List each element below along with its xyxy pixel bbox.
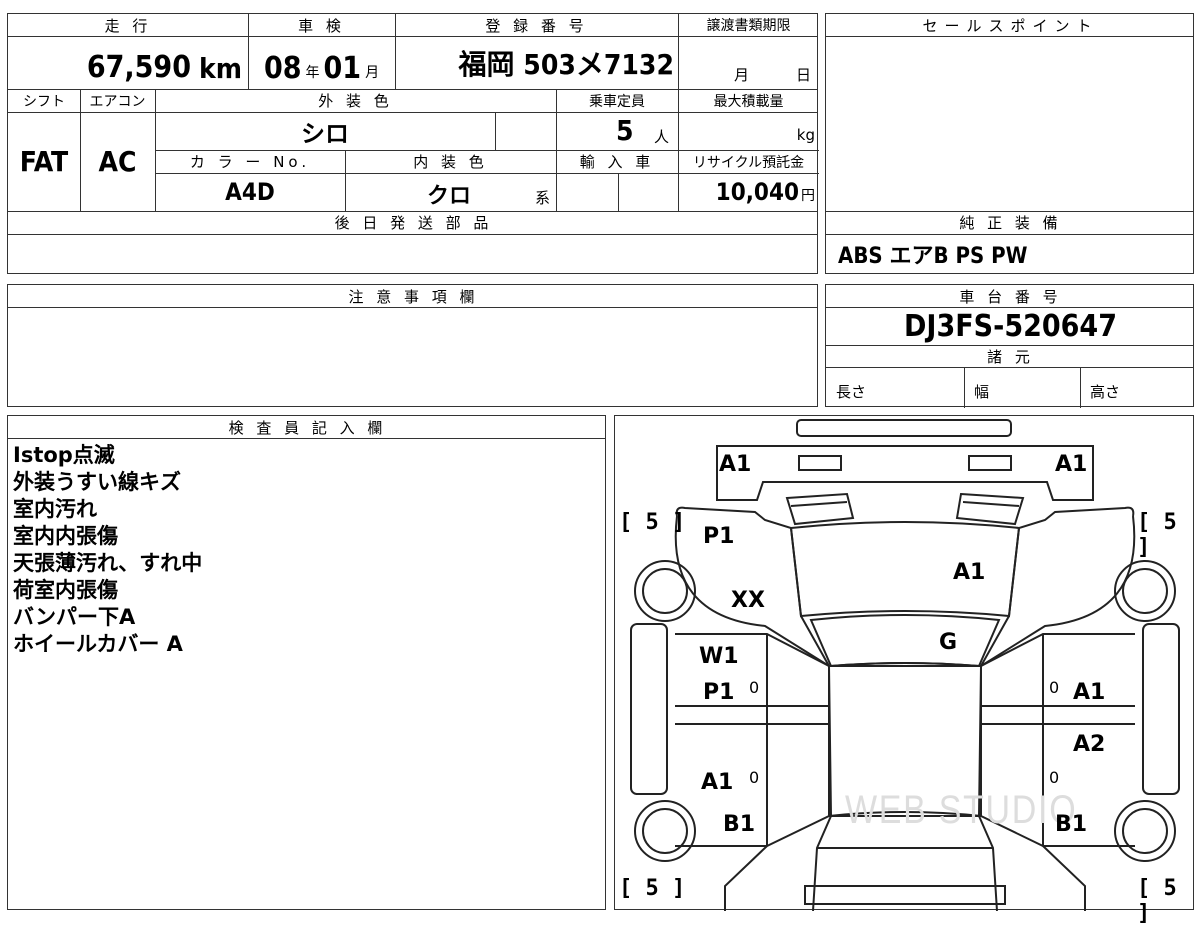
inspector-notes-list: Istop点滅 外装うすい線キズ 室内汚れ 室内内張傷 天張薄汚れ、すれ中 荷室… [13,442,202,658]
import-label: 輸 入 車 [579,153,655,171]
inspector-note: 荷室内張傷 [13,578,118,602]
later-parts-label: 後 日 発 送 部 品 [334,214,493,232]
zero-mark: 0 [749,678,760,697]
sales-point-box: セールスポイント 純 正 装 備 ABS エアB PS PW [825,13,1194,274]
damage-rear-left: B1 [723,812,756,837]
inspector-note: 天張薄汚れ、すれ中 [13,551,203,575]
inspector-note: 室内内張傷 [13,524,118,548]
inspector-notes-box: 検 査 員 記 入 欄 Istop点滅 外装うすい線キズ 室内汚れ 室内内張傷 … [7,415,606,910]
inspector-note: 外装うすい線キズ [13,470,181,494]
shift-label: シフト [23,93,65,110]
capacity-value: 5 人 [616,114,670,147]
inspector-note: 室内汚れ [13,497,97,521]
damage-door-rl: A1 [701,770,734,795]
damage-left-xx: XX [731,588,765,613]
registration-label: 登 録 番 号 [485,16,588,35]
exterior-color-label: 外 装 色 [318,92,393,110]
tire-rr: [ 5 ] [1137,876,1177,926]
recycle-value: 10,040 円 [715,178,815,206]
notes-label: 注 意 事 項 欄 [348,287,479,306]
chassis-number: DJ3FS-520647 [904,308,1117,344]
notes-box: 注 意 事 項 欄 [7,284,818,407]
transfer-deadline-value: 月 日 [734,66,812,84]
damage-door-fl-top: W1 [699,644,739,669]
damage-door-fr: A1 [1073,680,1106,705]
damage-rear-right: B1 [1055,812,1088,837]
damage-front-right: A1 [1055,452,1088,477]
standard-equipment-value: ABS エアB PS PW [838,244,1028,269]
interior-color-value: クロ 系 [427,184,550,209]
ac-label: エアコン [89,93,146,110]
zero-mark: 0 [1049,768,1060,787]
mileage-value: 67,590 km [86,50,242,85]
damage-front-left: A1 [719,452,752,477]
mileage-label: 走 行 [104,16,152,35]
spec-width-label: 幅 [974,383,990,401]
spec-height-label: 高さ [1090,383,1121,401]
exterior-color-value: シロ [301,119,349,148]
inspector-note: Istop点滅 [13,443,115,467]
chassis-label: 車 台 番 号 [959,287,1062,306]
damage-door-rr: A2 [1073,732,1106,757]
inspection-value: 08 年 01 月 [263,51,380,86]
sales-point-label: セールスポイント [922,16,1099,35]
chassis-box: 車 台 番 号 DJ3FS-520647 諸 元 長さ 幅 高さ [825,284,1194,408]
transfer-deadline-label: 譲渡書類期限 [706,18,791,34]
ac-value: AC [98,145,137,178]
inspector-notes-label: 検 査 員 記 入 欄 [228,418,387,437]
shift-value: FAT [19,145,69,178]
vehicle-info-table: 走 行 車 検 登 録 番 号 譲渡書類期限 67,590 km 08 年 01… [7,13,819,274]
interior-color-label: 内 装 色 [413,153,488,171]
zero-mark: 0 [749,768,760,787]
damage-windshield: G [939,630,958,655]
watermark: WEB STUDIO [845,788,1078,832]
specs-label: 諸 元 [987,347,1034,366]
car-diagram-box: WEB STUDIO A1 A1 P1 A1 XX G W1 P1 A1 A2 … [614,415,1194,926]
max-load-label: 最大積載量 [713,93,784,110]
damage-door-fl: P1 [703,680,735,705]
inspector-note: ホイールカバー A [13,632,183,656]
tire-fl: [ 5 ] [619,510,686,535]
inspector-note: バンパー下A [13,605,136,629]
color-no-value: A4D [225,178,275,206]
tire-fr: [ 5 ] [1137,510,1177,560]
color-no-label: カ ラ ー No. [189,153,311,171]
standard-equipment-label: 純 正 装 備 [959,214,1062,232]
capacity-label: 乗車定員 [589,93,645,110]
damage-hood: A1 [953,560,986,585]
recycle-label: リサイクル預託金 [692,154,805,171]
spec-length-label: 長さ [836,383,867,401]
inspection-label: 車 検 [298,16,345,35]
damage-fender-left: P1 [703,524,735,549]
registration-value: 福岡 503メ7132 [458,47,674,81]
tire-rl: [ 5 ] [619,876,686,901]
max-load-value: kg [796,126,815,144]
zero-mark: 0 [1049,678,1060,697]
